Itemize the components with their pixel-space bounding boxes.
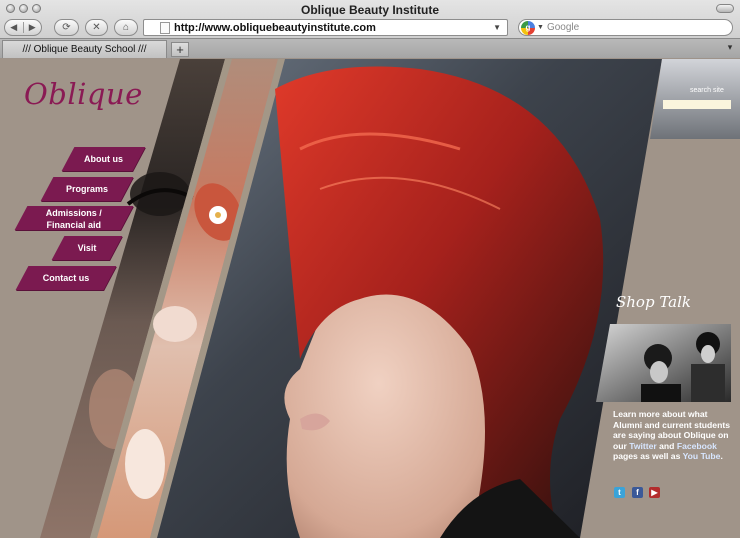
- shop-talk-text: Learn more about what Alumni and current…: [613, 409, 733, 462]
- nav-admissions-financial-aid[interactable]: Admissions / Financial aid: [14, 206, 134, 231]
- stop-icon: ✕: [92, 22, 101, 33]
- search-site-label: search site: [690, 87, 724, 94]
- facebook-icon[interactable]: f: [632, 487, 643, 498]
- page-icon: [160, 21, 170, 34]
- url-text[interactable]: http://www.obliquebeautyinstitute.com: [174, 22, 493, 34]
- web-page: Oblique About us Programs Admissions / F…: [0, 59, 740, 538]
- toolbar-toggle-icon[interactable]: [716, 4, 734, 13]
- nav-visit[interactable]: Visit: [51, 236, 123, 260]
- blurb-text: and: [656, 440, 677, 451]
- reload-button[interactable]: ⟳: [54, 19, 79, 36]
- home-icon: ⌂: [122, 22, 130, 33]
- nav-programs[interactable]: Programs: [40, 177, 134, 201]
- tab-list-icon[interactable]: ▾: [723, 42, 737, 56]
- search-input[interactable]: Google: [547, 22, 732, 33]
- tab-strip: /// Oblique Beauty School /// + ▾: [0, 38, 740, 58]
- browser-search-bar[interactable]: g ▼ Google: [518, 19, 733, 36]
- browser-chrome: Oblique Beauty Institute ◀ ▶ ⟳ ✕ ⌂ http:…: [0, 0, 740, 58]
- facebook-link[interactable]: Facebook: [677, 441, 717, 451]
- site-logo[interactable]: Oblique: [24, 77, 143, 111]
- forward-icon[interactable]: ▶: [22, 22, 42, 33]
- back-icon[interactable]: ◀: [5, 22, 23, 33]
- back-forward-control: ◀ ▶: [4, 19, 42, 36]
- twitter-icon[interactable]: t: [614, 487, 625, 498]
- search-site-input[interactable]: [663, 100, 731, 109]
- search-engine-dropdown-icon[interactable]: ▼: [537, 24, 544, 31]
- new-tab-button[interactable]: +: [171, 42, 189, 57]
- google-icon[interactable]: g: [521, 20, 535, 35]
- nav-label: Programs: [65, 184, 109, 194]
- nav-label-line1: Admissions /: [45, 208, 102, 218]
- nav-label: Visit: [77, 243, 97, 253]
- stop-button[interactable]: ✕: [85, 19, 108, 36]
- nav-label: Contact us: [42, 273, 90, 283]
- youtube-icon[interactable]: ▶: [649, 487, 660, 498]
- youtube-link[interactable]: You Tube: [683, 451, 721, 461]
- reload-icon: ⟳: [62, 22, 71, 33]
- tab-oblique[interactable]: /// Oblique Beauty School ///: [2, 40, 167, 58]
- shop-talk-photo[interactable]: [596, 324, 731, 402]
- blurb-text: .: [720, 451, 723, 461]
- nav-about-us[interactable]: About us: [61, 147, 146, 171]
- url-history-dropdown-icon[interactable]: ▼: [493, 23, 501, 32]
- shop-talk-heading: Shop Talk: [616, 293, 692, 311]
- nav-contact-us[interactable]: Contact us: [15, 266, 117, 290]
- twitter-link[interactable]: Twitter: [629, 441, 657, 451]
- nav-label: About us: [84, 154, 123, 164]
- tab-label: /// Oblique Beauty School ///: [22, 44, 147, 55]
- blurb-text: pages as well as: [613, 451, 683, 461]
- address-bar[interactable]: http://www.obliquebeautyinstitute.com ▼: [143, 19, 508, 36]
- window-title: Oblique Beauty Institute: [300, 3, 439, 17]
- home-button[interactable]: ⌂: [114, 19, 138, 36]
- nav-label: Admissions / Financial aid: [21, 206, 127, 231]
- nav-label-line2: Financial aid: [46, 220, 101, 230]
